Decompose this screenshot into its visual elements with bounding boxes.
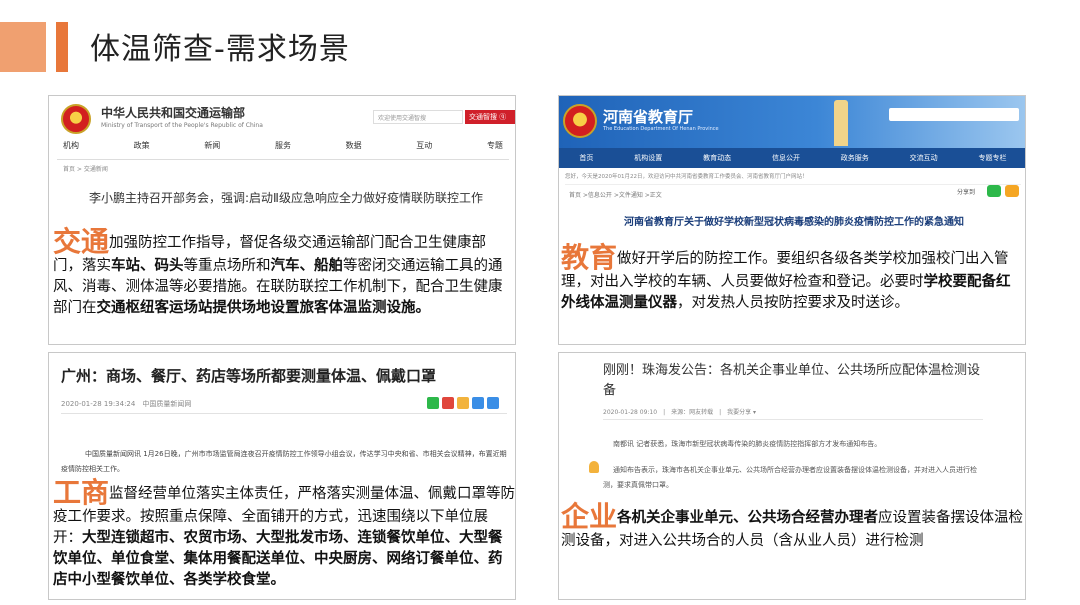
nav-item-edu-news[interactable]: 教育动态	[703, 153, 731, 163]
article-headline: 李小鹏主持召开部务会，强调:启动Ⅱ级应急响应全力做好疫情联防联控工作	[89, 191, 483, 205]
summary-text: 等重点场所和	[183, 258, 271, 274]
scenario-keyword: 企业	[561, 500, 618, 533]
education-site-name: 河南省教育厅	[603, 108, 694, 126]
share-label: 分享到	[957, 189, 976, 196]
transport-nav: 机构 政策 新闻 服务 数据 互动 专题	[57, 140, 509, 160]
wechat-share-icon[interactable]	[987, 185, 1001, 197]
business-panel: 广州：商场、餐厅、药店等场所都要测量体温、佩戴口罩 2020-01-28 19:…	[48, 352, 516, 600]
education-panel: 河南省教育厅 The Education Department Of Henan…	[558, 95, 1026, 345]
article-headline: 河南省教育厅关于做好学校新型冠状病毒感染的肺炎疫情防控工作的紧急通知	[624, 217, 964, 228]
summary-highlight: 大型连锁超市、农贸市场、大型批发市场、连锁餐饮单位、大型餐饮单位、单位食堂、集体…	[53, 530, 503, 588]
education-summary: 教育做好开学后的防控工作。要组织各级各类学校加强校门出入管理，对出入学校的车辆、…	[561, 244, 1023, 314]
article-paragraph: 通知布告表示，珠海市各机关企事业单元、公共场所合经营办理者应设置装备摆设体温检测…	[603, 466, 977, 489]
nav-item-home[interactable]: 首页	[579, 153, 593, 163]
summary-highlight: 各机关企事业单元、公共场合经营办理者	[617, 510, 879, 526]
title-accent-square	[0, 22, 46, 72]
nav-item-institutions[interactable]: 机构设置	[634, 153, 662, 163]
transport-site-name-en: Ministry of Transport of the People's Re…	[101, 122, 263, 129]
title-accent-bar	[56, 22, 68, 72]
article-headline: 刚刚！珠海发公告：各机关企事业单位、公共场所应配体温检测设备	[603, 363, 981, 398]
qzone-share-icon[interactable]	[457, 397, 469, 409]
divider	[603, 419, 983, 420]
article-lead: 中国质量新闻网讯 1月26日晚，广州市市场监管局连夜召开疫情防控工作领导小组会议…	[61, 450, 507, 473]
nav-item-gov-service[interactable]: 政务服务	[841, 153, 869, 163]
slide-title: 体温筛查-需求场景	[90, 32, 350, 67]
transport-summary: 交通加强防控工作指导，督促各级交通运输部门配合卫生健康部门，落实车站、码头等重点…	[53, 228, 513, 319]
transport-panel: 中华人民共和国交通运输部 Ministry of Transport of th…	[48, 95, 516, 345]
transport-site-name: 中华人民共和国交通运输部	[101, 106, 246, 120]
slide: 体温筛查-需求场景 中华人民共和国交通运输部 Ministry of Trans…	[0, 0, 1080, 605]
transport-smart-search-button[interactable]: 交通智搜 ⓠ	[465, 110, 515, 124]
scenario-keyword: 教育	[561, 241, 618, 274]
nav-item-data[interactable]: 数据	[346, 140, 362, 159]
summary-highlight: 汽车、船舶	[270, 258, 344, 274]
welcome-bar: 您好，今天是2020年01月22日，欢迎访问中共河南省委教育工作委员会、河南省教…	[565, 172, 1021, 185]
article-meta: 2020-01-28 19:34:24 中国质量新闻网	[61, 400, 192, 408]
share-icons	[427, 397, 499, 409]
more-share-icon[interactable]	[487, 397, 499, 409]
national-emblem-icon	[61, 104, 91, 134]
education-banner: 河南省教育厅 The Education Department Of Henan…	[559, 96, 1025, 148]
article-headline: 广州：商场、餐厅、药店等场所都要测量体温、佩戴口罩	[61, 367, 437, 385]
tower-illustration	[834, 100, 848, 146]
summary-highlight: 交通枢纽客运场站提供场地设置旅客体温监测设施。	[96, 300, 431, 316]
scenario-keyword: 工商	[53, 476, 110, 509]
enterprise-summary: 企业各机关企事业单元、公共场合经营办理者应设置装备摆设体温检测设备，对进入公共场…	[561, 503, 1023, 552]
scenario-keyword: 交通	[53, 225, 110, 258]
education-site-name-en: The Education Department Of Henan Provin…	[603, 126, 719, 132]
bell-icon	[589, 461, 599, 473]
breadcrumb: 首页 >信息公开 >文件通知 >正文	[569, 192, 662, 199]
nav-item-institution[interactable]: 机构	[63, 140, 79, 159]
summary-text: ，对发热人员按防控要求及时送诊。	[677, 295, 909, 311]
nav-item-news[interactable]: 新闻	[204, 140, 220, 159]
weibo-share-icon[interactable]	[1005, 185, 1019, 197]
national-emblem-icon	[563, 104, 597, 138]
qq-share-icon[interactable]	[472, 397, 484, 409]
nav-item-service[interactable]: 服务	[275, 140, 291, 159]
transport-search-input[interactable]: 欢迎使用交通智搜	[373, 110, 463, 124]
enterprise-panel: 刚刚！珠海发公告：各机关企事业单位、公共场所应配体温检测设备 2020-01-2…	[558, 352, 1026, 600]
transport-header: 中华人民共和国交通运输部 Ministry of Transport of th…	[57, 102, 515, 134]
nav-item-topics[interactable]: 专题	[487, 140, 503, 159]
weibo-share-icon[interactable]	[442, 397, 454, 409]
education-nav: 首页 机构设置 教育动态 信息公开 政务服务 交流互动 专题专栏	[559, 148, 1025, 168]
business-summary: 工商监督经营单位落实主体责任，严格落实测量体温、佩戴口罩等防疫工作要求。按照重点…	[53, 479, 515, 591]
nav-item-interaction[interactable]: 互动	[416, 140, 432, 159]
nav-item-policy[interactable]: 政策	[134, 140, 150, 159]
summary-highlight: 车站、码头	[111, 258, 184, 274]
education-search-input[interactable]	[889, 108, 1019, 121]
breadcrumb: 首页 > 交通新闻	[63, 166, 108, 173]
nav-item-exchange[interactable]: 交流互动	[910, 153, 938, 163]
nav-item-disclosure[interactable]: 信息公开	[772, 153, 800, 163]
divider	[61, 413, 507, 414]
article-meta: 2020-01-28 09:10 | 来源：网友转载 | 我要分享 ▾	[603, 409, 757, 416]
nav-item-special[interactable]: 专题专栏	[978, 153, 1006, 163]
article-lead: 南都讯 记者获悉，珠海市新型冠状病毒传染的肺炎疫情防控指挥部方才发布通知布告。	[613, 440, 882, 448]
wechat-share-icon[interactable]	[427, 397, 439, 409]
